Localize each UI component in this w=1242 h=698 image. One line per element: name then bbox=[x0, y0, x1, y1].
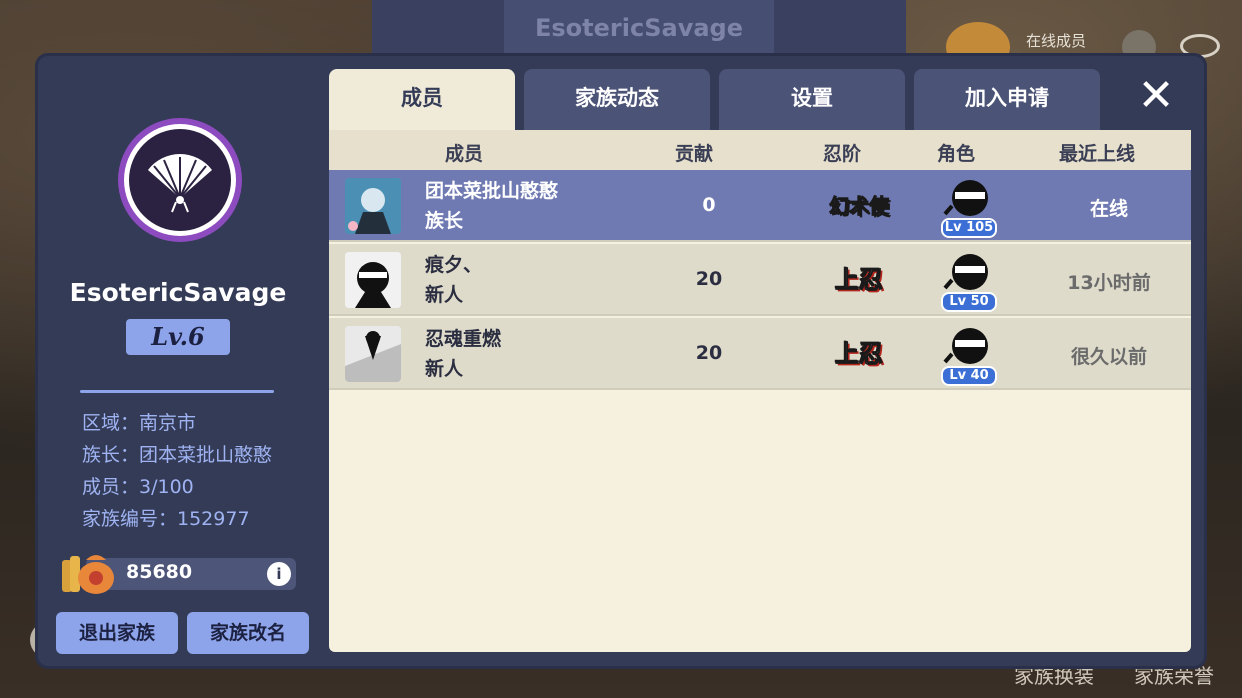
members-table: 成员 贡献 忍阶 角色 最近上线 团本菜批山憨憨 族长 0 幻术使 Lv 105… bbox=[329, 130, 1191, 652]
background-banner-title: EsotericSavage bbox=[504, 0, 774, 56]
member-contribution: 20 bbox=[695, 342, 723, 364]
header-member: 成员 bbox=[445, 143, 484, 165]
clan-name: EsotericSavage bbox=[69, 278, 287, 307]
member-name: 团本菜批山憨憨 bbox=[425, 180, 559, 202]
clan-emblem bbox=[118, 118, 242, 242]
role-level-badge: Lv 40 bbox=[941, 366, 997, 386]
clan-info-panel: EsotericSavage Lv.6 区域：南京市 族长：团本菜批山憨憨 成员… bbox=[38, 56, 328, 666]
clan-funds-value: 85680 bbox=[126, 561, 193, 583]
member-avatar[interactable] bbox=[345, 326, 401, 382]
clan-member-count: 成员：3/100 bbox=[82, 476, 194, 498]
member-avatar[interactable] bbox=[345, 252, 401, 308]
clan-dialog: EsotericSavage Lv.6 区域：南京市 族长：团本菜批山憨憨 成员… bbox=[38, 56, 1204, 666]
tab-join-requests[interactable]: 加入申请 bbox=[914, 69, 1100, 131]
header-last-online: 最近上线 bbox=[1059, 143, 1136, 165]
table-row[interactable]: 团本菜批山憨憨 族长 0 幻术使 Lv 105 在线 bbox=[329, 170, 1191, 242]
clan-region: 区域：南京市 bbox=[82, 412, 197, 434]
funds-info-icon[interactable]: i bbox=[267, 562, 291, 586]
ninja-role-icon bbox=[943, 180, 988, 216]
clan-level-badge: Lv.6 bbox=[126, 319, 230, 355]
header-ninja-rank: 忍阶 bbox=[823, 143, 862, 165]
role-level-badge: Lv 50 bbox=[941, 292, 997, 312]
member-avatar[interactable] bbox=[345, 178, 401, 234]
rename-clan-button[interactable]: 家族改名 bbox=[187, 612, 309, 654]
member-name: 痕夕、 bbox=[425, 254, 483, 276]
ninja-rank-badge: 上忍 bbox=[835, 265, 884, 295]
member-rank: 新人 bbox=[425, 358, 464, 380]
coin-bag-icon bbox=[62, 555, 114, 594]
ninja-rank-badge: 上忍 bbox=[835, 339, 884, 369]
clan-leader: 族长：团本菜批山憨憨 bbox=[82, 444, 273, 466]
header-contribution: 贡献 bbox=[675, 143, 714, 165]
header-role: 角色 bbox=[937, 143, 976, 165]
member-name: 忍魂重燃 bbox=[425, 328, 502, 350]
ninja-role-icon bbox=[943, 254, 988, 290]
role-level-badge: Lv 105 bbox=[941, 218, 997, 238]
background-banner: EsotericSavage bbox=[372, 0, 906, 60]
member-last-online: 在线 bbox=[1089, 198, 1128, 220]
table-row[interactable]: 忍魂重燃 新人 20 上忍 Lv 40 很久以前 bbox=[329, 318, 1191, 390]
ninja-rank-badge: 幻术使 bbox=[829, 194, 890, 219]
close-icon[interactable]: ✕ bbox=[1134, 74, 1178, 120]
folding-fan-icon bbox=[148, 154, 212, 213]
member-contribution: 20 bbox=[695, 268, 723, 290]
table-header: 成员 贡献 忍阶 角色 最近上线 bbox=[329, 130, 1191, 170]
tab-clan-activity[interactable]: 家族动态 bbox=[524, 69, 710, 131]
table-row[interactable]: 痕夕、 新人 20 上忍 Lv 50 13小时前 bbox=[329, 244, 1191, 316]
tab-members[interactable]: 成员 bbox=[329, 69, 515, 131]
tab-settings[interactable]: 设置 bbox=[719, 69, 905, 131]
member-contribution: 0 bbox=[702, 194, 716, 216]
member-rank: 族长 bbox=[425, 210, 464, 232]
divider bbox=[80, 390, 274, 393]
ninja-role-icon bbox=[943, 328, 988, 364]
online-members-label[interactable]: 在线成员 bbox=[1026, 30, 1086, 51]
member-last-online: 很久以前 bbox=[1070, 346, 1147, 368]
eye-icon[interactable] bbox=[1180, 34, 1220, 58]
member-last-online: 13小时前 bbox=[1067, 272, 1151, 294]
member-rank: 新人 bbox=[425, 284, 464, 306]
leave-clan-button[interactable]: 退出家族 bbox=[56, 612, 178, 654]
clan-id: 家族编号：152977 bbox=[82, 508, 250, 530]
